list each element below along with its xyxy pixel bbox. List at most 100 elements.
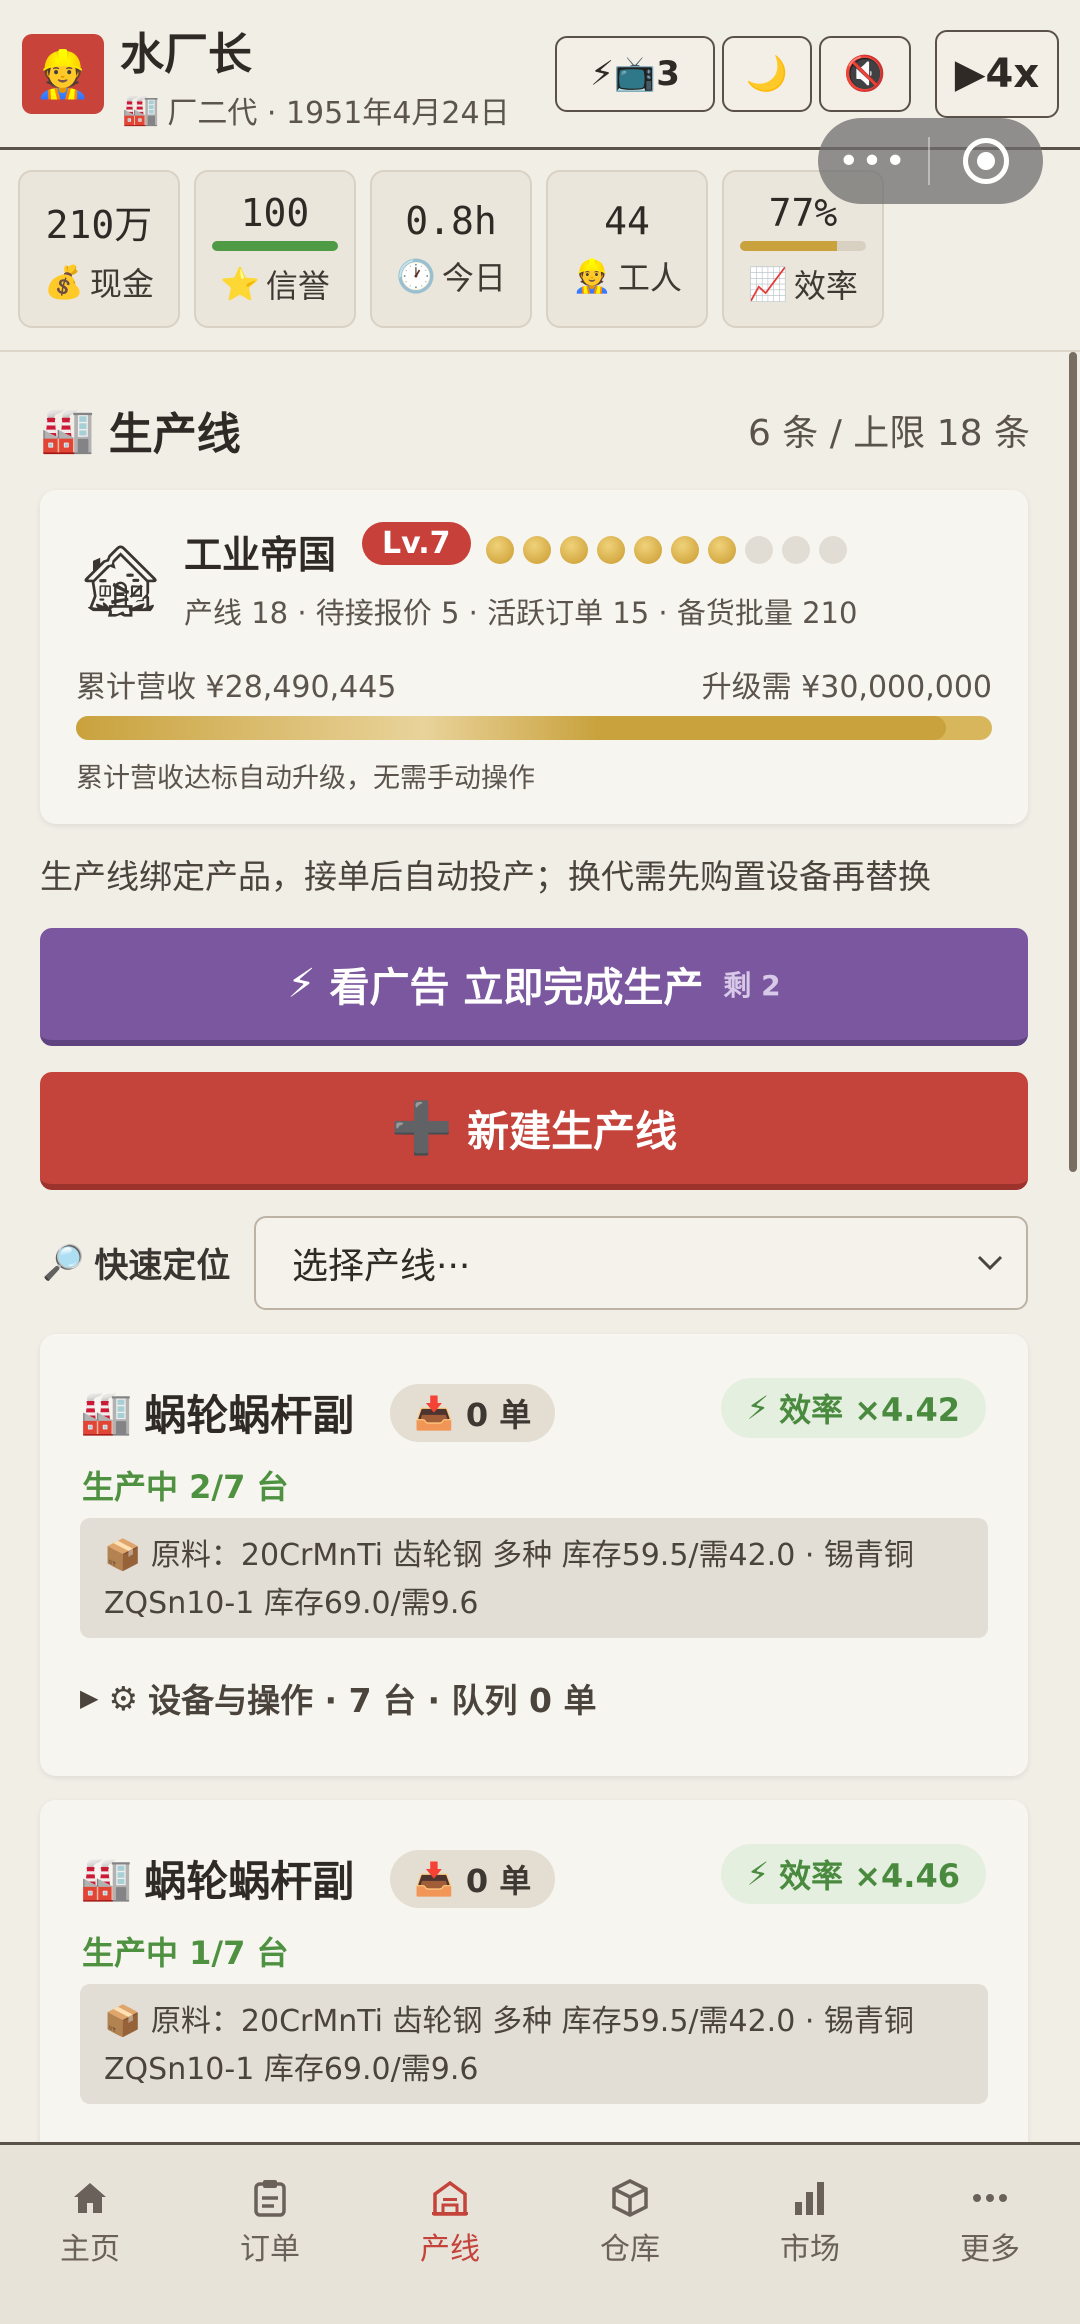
worker-icon: 👷 [34, 46, 92, 101]
stat-label-row: 📈 效率 [748, 261, 858, 307]
level-stars [486, 536, 847, 564]
quick-locate-text: 快速定位 [94, 1246, 231, 1286]
ad-remaining: 剩 2 [723, 969, 781, 1002]
level-dot-empty [745, 536, 773, 564]
money-bag-icon: 💰 [44, 262, 84, 301]
player-title: 水厂长 [120, 29, 252, 80]
stat-label: 信誉 [265, 267, 330, 305]
speed-button[interactable]: ▶4x [935, 30, 1059, 118]
clipboard-icon [254, 2179, 286, 2217]
stat-workers: 44 👷 工人 [546, 170, 708, 328]
materials-box: 📦 原料：20CrMnTi 齿轮钢 多种 库存59.5/需42.0 · 锡青铜 … [80, 1984, 988, 2104]
ad-complete-production-button[interactable]: ⚡ 看广告 立即完成生产 剩 2 [40, 928, 1028, 1046]
house-icon: 🏚 [76, 540, 165, 622]
inbox-icon: 📥 [414, 1394, 454, 1432]
stat-label-row: 💰 现金 [44, 259, 154, 305]
order-badge[interactable]: 📥 0 单 [390, 1850, 556, 1908]
nav-more[interactable]: 更多 [900, 2145, 1080, 2324]
nav-lines[interactable]: 产线 [360, 2145, 540, 2324]
search-icon: 🔎 [42, 1242, 85, 1283]
section-title-row: 🏭 生产线 [40, 398, 241, 462]
line-name-row: 🏭 蜗轮蜗杆副 [80, 1848, 354, 1909]
level-dot-filled [634, 536, 662, 564]
inbox-icon: 📥 [414, 1860, 454, 1898]
more-icon [973, 2193, 1007, 2202]
factory-icon: 🏭 [40, 405, 95, 456]
section-header: 🏭 生产线 6 条 / 上限 18 条 [40, 398, 1030, 462]
chevron-down-icon [977, 1255, 1003, 1271]
stat-cash: 210万 💰 现金 [18, 170, 180, 328]
upgrade-progress-bar [76, 716, 992, 740]
order-badge[interactable]: 📥 0 单 [390, 1384, 556, 1442]
watch-ad-button[interactable]: ⚡📺3 [555, 36, 715, 112]
nav-label: 市场 [780, 2231, 840, 2267]
night-mode-button[interactable]: 🌙 [722, 36, 812, 112]
more-options-icon[interactable]: ••• [818, 141, 928, 182]
stat-label: 现金 [89, 264, 154, 303]
line-select[interactable]: 选择产线··· [254, 1216, 1028, 1310]
scrollbar[interactable] [1069, 352, 1077, 1172]
chart-up-icon: 📈 [748, 265, 788, 303]
gear-icon: ⚙ [108, 1678, 139, 1718]
upgrade-note: 累计营收达标自动升级，无需手动操作 [76, 763, 535, 794]
box-icon [612, 2178, 648, 2217]
equipment-toggle[interactable]: ▶ ⚙ 设备与操作 · 7 台 · 队列 0 单 [80, 1674, 596, 1722]
stat-today: 0.8h 🕐 今日 [370, 170, 532, 328]
efficiency-value: 效率 ×4.42 [779, 1391, 960, 1429]
close-miniprogram-button[interactable] [930, 138, 1042, 184]
package-icon: 📦 [104, 2004, 142, 2039]
section-title: 生产线 [108, 409, 241, 460]
order-count: 0 单 [465, 1396, 532, 1434]
materials-text: 原料：20CrMnTi 齿轮钢 多种 库存59.5/需42.0 · 锡青铜 ZQ… [104, 2004, 914, 2087]
lightning-icon: ⚡ [746, 1855, 770, 1893]
stat-value: 44 [604, 199, 650, 243]
efficiency-value: 效率 ×4.46 [779, 1857, 960, 1895]
equipment-text: 设备与操作 · 7 台 · 队列 0 单 [148, 1681, 597, 1720]
miniprogram-capsule: ••• [818, 118, 1043, 204]
target-icon [963, 138, 1009, 184]
nav-home[interactable]: 主页 [0, 2145, 180, 2324]
level-dot-filled [597, 536, 625, 564]
clock-icon: 🕐 [396, 257, 436, 295]
factory-icon: 🏭 [80, 1387, 133, 1437]
level-dot-empty [819, 536, 847, 564]
quick-locate-label: 🔎 快速定位 [42, 1238, 230, 1287]
level-dot-filled [486, 536, 514, 564]
stat-label: 工人 [617, 259, 682, 297]
line-name-row: 🏭 蜗轮蜗杆副 [80, 1382, 354, 1443]
upgrade-requirement: 升级需 ¥30,000,000 [701, 670, 992, 705]
stat-label: 今日 [441, 259, 506, 297]
efficiency-bar [740, 241, 866, 251]
upgrade-progress-fill [76, 716, 946, 740]
avatar[interactable]: 👷 [22, 34, 104, 114]
worker-icon: 👷 [572, 257, 612, 295]
plus-icon: ➕ [390, 1098, 454, 1157]
lightning-icon: ⚡ [746, 1389, 770, 1427]
nav-orders[interactable]: 订单 [180, 2145, 360, 2324]
stats-row: 210万 💰 现金 100 ⭐ 信誉 0.8h 🕐 今日 44 👷 工人 77% 📈 效率 [18, 170, 884, 328]
mute-button[interactable]: 🔇 [819, 36, 911, 112]
level-dot-filled [708, 536, 736, 564]
efficiency-badge: ⚡ 效率 ×4.42 [720, 1378, 986, 1438]
level-dot-empty [782, 536, 810, 564]
line-card[interactable]: 🏭 蜗轮蜗杆副 📥 0 单 ⚡ 效率 ×4.42 生产中 2/7 台 📦 原料：20C… [40, 1334, 1028, 1776]
efficiency-bar-fill [740, 241, 838, 251]
triangle-right-icon: ▶ [80, 1684, 99, 1712]
new-line-button[interactable]: ➕ 新建生产线 [40, 1072, 1028, 1190]
efficiency-badge: ⚡ 效率 ×4.46 [720, 1844, 986, 1904]
materials-box: 📦 原料：20CrMnTi 齿轮钢 多种 库存59.5/需42.0 · 锡青铜 … [80, 1518, 988, 1638]
stat-reputation: 100 ⭐ 信誉 [194, 170, 356, 328]
factory-icon: 🏭 [122, 92, 160, 128]
nav-warehouse[interactable]: 仓库 [540, 2145, 720, 2324]
line-name: 蜗轮蜗杆副 [144, 1857, 355, 1906]
nav-market[interactable]: 市场 [720, 2145, 900, 2324]
stat-value: 210万 [45, 202, 153, 247]
order-count: 0 单 [465, 1862, 532, 1900]
line-count: 6 条 / 上限 18 条 [747, 413, 1030, 454]
nav-label: 订单 [240, 2231, 300, 2267]
reputation-bar-fill [212, 241, 338, 251]
stat-label-row: 👷 工人 [572, 253, 682, 299]
production-hint: 生产线绑定产品，接单后自动投产；换代需先购置设备再替换 [40, 857, 931, 896]
stat-value: 77% [768, 191, 838, 235]
line-name: 蜗轮蜗杆副 [144, 1391, 355, 1440]
